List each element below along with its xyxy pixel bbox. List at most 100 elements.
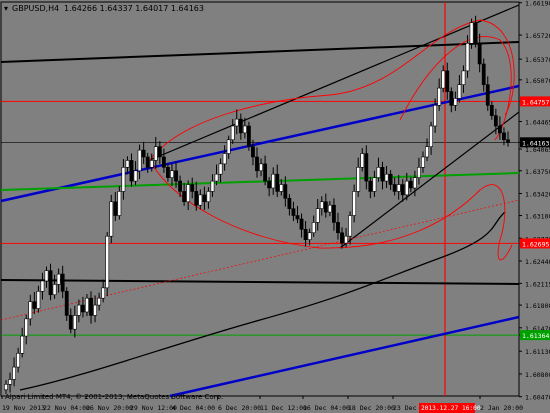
- candle-body: [149, 160, 154, 168]
- candle-body: [368, 180, 373, 192]
- candle-body: [315, 208, 320, 223]
- x-tick-label: 11 Dec 12:00: [260, 404, 307, 412]
- candle-body: [400, 184, 405, 196]
- candle-body: [76, 304, 81, 316]
- candle-body: [64, 291, 69, 316]
- candle-body: [263, 163, 267, 182]
- candle-body: [323, 201, 328, 213]
- x-tick-label: 16 Dec 04:00: [303, 404, 350, 412]
- x-tick-label: 19 Nov 2013: [2, 404, 45, 412]
- candle-body: [161, 156, 166, 168]
- y-tick-label: 1.66190: [525, 0, 550, 8]
- candle-body: [109, 201, 114, 237]
- candle-body: [283, 184, 288, 199]
- candle-body: [4, 383, 8, 391]
- candle-body: [412, 177, 417, 189]
- candle-body: [506, 139, 510, 143]
- candle-body: [255, 156, 259, 172]
- candle-body: [332, 204, 336, 223]
- y-tick-label: 1.60800: [525, 371, 550, 379]
- candle-body: [481, 63, 486, 85]
- candle-body: [36, 291, 41, 309]
- y-tick-label: 1.63420: [525, 190, 550, 198]
- candle-body: [465, 43, 470, 72]
- candle-body: [319, 201, 324, 209]
- candle-body: [502, 132, 506, 141]
- x-tick-label: 22 Nov 04:00: [43, 404, 90, 412]
- candle-body: [226, 139, 231, 154]
- candle-body: [68, 315, 73, 330]
- candle-body: [194, 191, 199, 206]
- candle-body: [384, 173, 389, 182]
- candle-body: [493, 115, 498, 127]
- candle-body: [291, 208, 296, 216]
- candle-body: [48, 270, 53, 296]
- candle-body: [16, 352, 21, 368]
- candle-body: [251, 146, 255, 158]
- price-badge-label: 1.64163: [522, 139, 549, 147]
- candle-body: [206, 191, 211, 203]
- candle-body: [190, 184, 195, 192]
- candle-body: [8, 379, 12, 385]
- candle-body: [489, 105, 494, 116]
- candle-body: [449, 91, 454, 106]
- y-tick-label: 1.63100: [525, 213, 550, 221]
- candle-body: [425, 146, 429, 158]
- candle-body: [457, 84, 462, 99]
- candle-body: [20, 335, 25, 354]
- candle-body: [89, 297, 93, 316]
- candle-body: [279, 184, 284, 192]
- candle-body: [186, 184, 191, 203]
- candle-body: [81, 304, 85, 313]
- candle-body: [153, 146, 158, 161]
- candle-body: [145, 156, 150, 168]
- candle-body: [105, 235, 110, 289]
- candle-body: [271, 173, 276, 189]
- candle-body: [214, 173, 219, 182]
- candle-body: [117, 191, 122, 216]
- candle-body: [380, 167, 385, 182]
- candle-body: [133, 170, 138, 182]
- y-tick-label: 1.62115: [525, 280, 550, 288]
- candle-body: [218, 163, 223, 175]
- candle-body: [182, 191, 187, 203]
- candle-body: [433, 105, 438, 127]
- candle-body: [121, 167, 126, 192]
- candle-body: [275, 173, 280, 192]
- candle-body: [429, 125, 433, 147]
- candle-body: [477, 43, 482, 65]
- candle-body: [267, 180, 272, 189]
- candle-body: [469, 22, 474, 44]
- candle-body: [303, 229, 308, 240]
- candle-body: [230, 125, 235, 141]
- candle-body: [445, 70, 450, 92]
- candle-body: [210, 180, 215, 192]
- y-tick-label: 1.65370: [525, 56, 550, 64]
- x-tick-label: 29 Nov 12:00: [130, 404, 177, 412]
- candle-body: [364, 153, 369, 182]
- y-tick-label: 1.65720: [525, 32, 550, 40]
- candle-body: [113, 201, 118, 216]
- candle-body: [396, 184, 401, 192]
- candle-body: [24, 318, 29, 337]
- candle-body: [56, 273, 61, 285]
- candle-body: [242, 125, 247, 134]
- candle-body: [174, 170, 178, 182]
- y-tick-label: 1.60470: [525, 394, 550, 402]
- candle-body: [441, 70, 446, 89]
- price-chart[interactable]: 1.66190 1.65720 1.65370 1.65070 1.64757 1.644…: [0, 0, 550, 413]
- candle-body: [157, 146, 162, 158]
- candle-body: [404, 180, 409, 196]
- chart-window[interactable]: 1.66190 1.65720 1.65370 1.65070 1.64757 1.644…: [0, 0, 550, 413]
- candle-body: [372, 177, 377, 192]
- candle-body: [44, 270, 49, 282]
- candle-body: [259, 163, 263, 172]
- candle-body: [12, 366, 16, 380]
- candle-body: [336, 222, 340, 234]
- candle-body: [101, 287, 106, 299]
- x-tick-label: 18 Dec 20:00: [348, 404, 395, 412]
- candle-body: [307, 232, 312, 240]
- candle-body: [32, 301, 37, 309]
- candle-body: [388, 173, 393, 185]
- candle-body: [485, 84, 490, 106]
